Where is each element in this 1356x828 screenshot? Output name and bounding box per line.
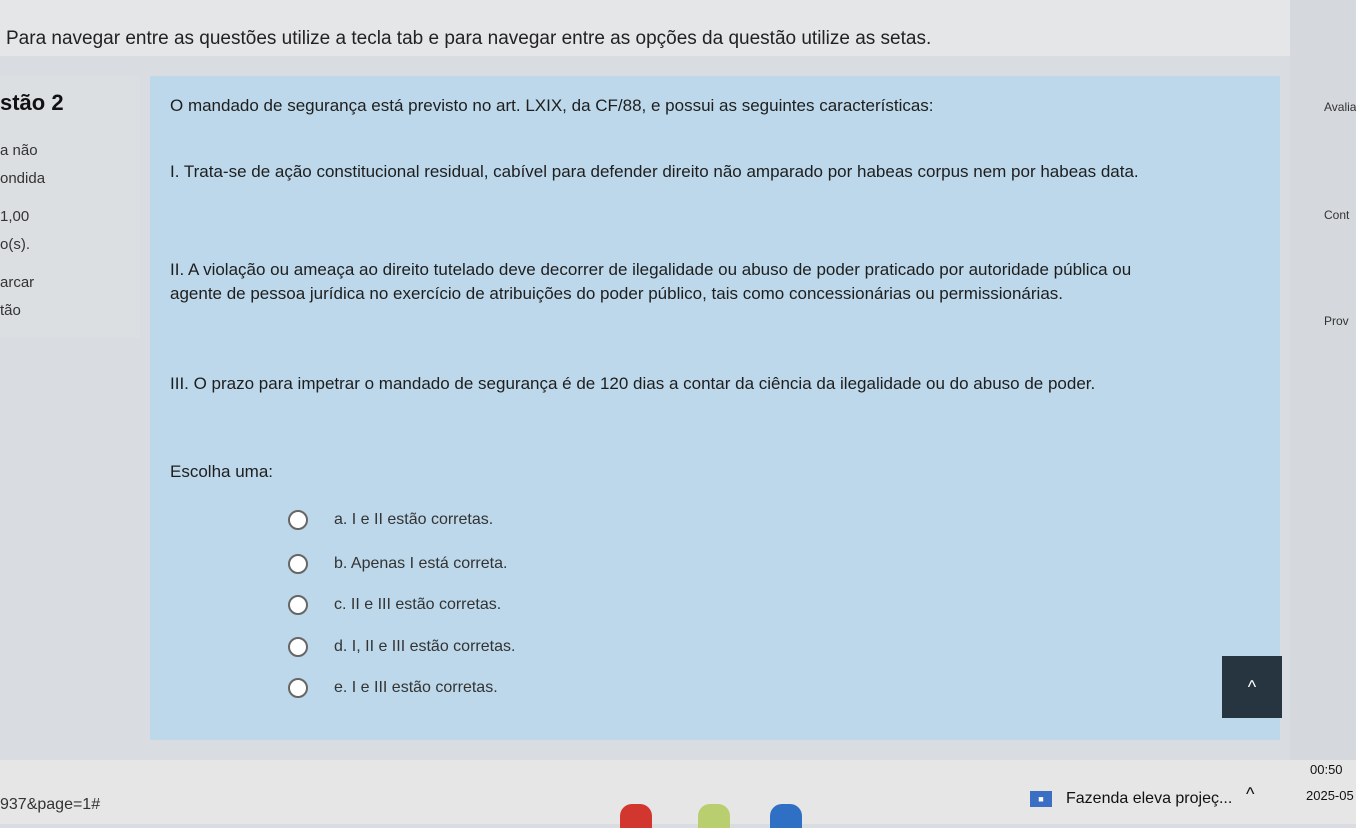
status-line-2: ondida bbox=[0, 170, 46, 187]
status-line-1: a não bbox=[0, 142, 38, 159]
radio-icon[interactable] bbox=[288, 510, 308, 530]
chevron-up-icon[interactable]: ^ bbox=[1246, 784, 1254, 805]
browser-icon[interactable] bbox=[770, 804, 802, 828]
status-url: 937&page=1# bbox=[0, 796, 101, 813]
question-number: stão 2 bbox=[0, 90, 64, 115]
right-side-panel: Avalia Cont Prov bbox=[1290, 0, 1356, 760]
right-label-3: Prov bbox=[1324, 314, 1349, 328]
news-icon: ■ bbox=[1030, 791, 1052, 807]
navigation-instruction: Para navegar entre as questões utilize a… bbox=[6, 28, 932, 49]
news-widget[interactable]: ■ Fazenda eleva projeç... bbox=[1030, 790, 1232, 808]
question-info-panel: stão 2 a não ondida 1,00 o(s). arcar tão bbox=[0, 76, 140, 338]
question-content: O mandado de segurança está previsto no … bbox=[150, 76, 1280, 740]
question-stem: O mandado de segurança está previsto no … bbox=[170, 96, 934, 115]
option-c-label[interactable]: c. II e III estão corretas. bbox=[334, 596, 501, 614]
option-a-label[interactable]: a. I e II estão corretas. bbox=[334, 511, 493, 529]
news-headline: Fazenda eleva projeç... bbox=[1066, 790, 1233, 807]
statement-i: I. Trata-se de ação constitucional resid… bbox=[170, 162, 1139, 181]
score-suffix: o(s). bbox=[0, 236, 30, 253]
right-label-2: Cont bbox=[1324, 208, 1350, 222]
top-instruction-bar: Para navegar entre as questões utilize a… bbox=[0, 0, 1290, 56]
option-c[interactable]: c. II e III estão corretas. bbox=[288, 595, 501, 615]
flag-question-link-2[interactable]: tão bbox=[0, 302, 21, 319]
radio-icon[interactable] bbox=[288, 554, 308, 574]
statement-iii: III. O prazo para impetrar o mandado de … bbox=[170, 374, 1096, 393]
radio-icon[interactable] bbox=[288, 678, 308, 698]
clock-date: 2025-05 bbox=[1306, 788, 1354, 803]
statement-ii: II. A violação ou ameaça ao direito tute… bbox=[170, 260, 1132, 303]
question-score: 1,00 bbox=[0, 208, 30, 225]
option-b-label[interactable]: b. Apenas I está correta. bbox=[334, 555, 507, 573]
app-icon[interactable] bbox=[620, 804, 652, 828]
option-d[interactable]: d. I, II e III estão corretas. bbox=[288, 637, 515, 657]
app-icon[interactable] bbox=[698, 804, 730, 828]
taskbar: 937&page=1# ■ Fazenda eleva projeç... ^ … bbox=[0, 760, 1356, 828]
option-e-label[interactable]: e. I e III estão corretas. bbox=[334, 679, 498, 697]
option-d-label[interactable]: d. I, II e III estão corretas. bbox=[334, 638, 515, 656]
option-e[interactable]: e. I e III estão corretas. bbox=[288, 678, 498, 698]
choose-label: Escolha uma: bbox=[170, 462, 273, 481]
right-label-1: Avalia bbox=[1324, 100, 1356, 114]
radio-icon[interactable] bbox=[288, 595, 308, 615]
chevron-up-icon: ^ bbox=[1247, 677, 1257, 697]
scroll-to-top-button[interactable]: ^ bbox=[1222, 656, 1282, 718]
option-a[interactable]: a. I e II estão corretas. bbox=[288, 510, 493, 530]
option-b[interactable]: b. Apenas I está correta. bbox=[288, 554, 507, 574]
flag-question-link[interactable]: arcar bbox=[0, 274, 34, 291]
clock-time: 00:50 bbox=[1310, 762, 1343, 777]
radio-icon[interactable] bbox=[288, 637, 308, 657]
